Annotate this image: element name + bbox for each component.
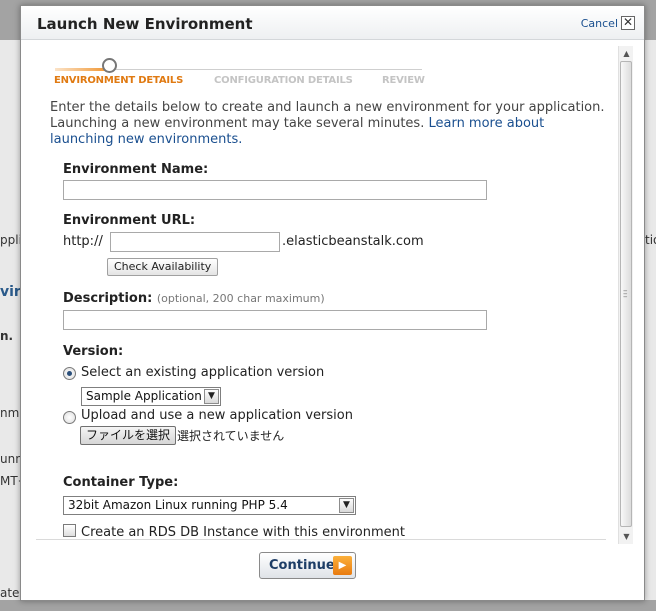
background-text: MT+	[0, 474, 20, 488]
step-review: REVIEW	[382, 75, 425, 86]
launch-environment-dialog: Launch New Environment Cancel ✕ ENVIRONM…	[20, 5, 645, 601]
background-text: nm	[0, 406, 20, 420]
background-text: n.	[0, 329, 14, 343]
background-panel-right	[645, 40, 656, 600]
file-status-text: 選択されていません	[177, 429, 285, 443]
container-type-value: 32bit Amazon Linux running PHP 5.4	[68, 498, 288, 512]
play-arrow-icon: ▶	[333, 556, 352, 575]
cancel-link[interactable]: Cancel	[581, 17, 618, 30]
dialog-scrollbar[interactable]: ▲ – – – ▼	[618, 46, 633, 544]
rds-label: Create an RDS DB Instance with this envi…	[81, 525, 405, 540]
wizard-current-step-marker	[102, 58, 117, 73]
wizard-progress	[55, 68, 105, 71]
scroll-down-arrow-icon[interactable]: ▼	[619, 529, 634, 544]
dialog-titlebar: Launch New Environment Cancel ✕	[21, 6, 644, 40]
scroll-thumb[interactable]: – – –	[620, 61, 632, 527]
application-version-select[interactable]: Sample Application ▼	[81, 387, 221, 406]
application-version-value: Sample Application	[86, 389, 202, 403]
environment-name-label: Environment Name:	[63, 162, 209, 177]
footer-divider	[36, 539, 606, 540]
container-type-select[interactable]: 32bit Amazon Linux running PHP 5.4 ▼	[63, 496, 356, 515]
chevron-down-icon: ▼	[339, 498, 354, 513]
check-availability-button[interactable]: Check Availability	[107, 258, 219, 276]
radio-existing-version[interactable]	[63, 367, 76, 380]
rds-checkbox[interactable]	[63, 524, 76, 537]
chevron-down-icon: ▼	[204, 389, 219, 404]
version-label: Version:	[63, 344, 124, 359]
choose-file-button[interactable]: ファイルを選択	[80, 426, 177, 445]
continue-label: Continue	[269, 558, 335, 573]
background-text: tion	[645, 233, 656, 247]
radio-upload-version[interactable]	[63, 411, 76, 424]
grip-icon: – – –	[623, 286, 628, 302]
close-icon[interactable]: ✕	[621, 16, 635, 30]
url-prefix: http://	[63, 234, 103, 249]
description-label-text: Description:	[63, 291, 153, 306]
step-environment-details: ENVIRONMENT DETAILS	[54, 75, 184, 86]
environment-name-input[interactable]	[63, 180, 487, 200]
step-configuration-details: CONFIGURATION DETAILS	[214, 75, 353, 86]
continue-button[interactable]: Continue ▶	[259, 552, 356, 579]
environment-url-input[interactable]	[110, 232, 280, 252]
existing-version-label: Select an existing application version	[81, 365, 325, 380]
environment-url-label: Environment URL:	[63, 213, 196, 228]
background-text: ppli	[0, 233, 20, 247]
description-hint: (optional, 200 char maximum)	[156, 292, 325, 305]
background-text: unn	[0, 452, 20, 466]
background-panel	[0, 40, 20, 600]
description-input[interactable]	[63, 310, 487, 330]
url-suffix: .elasticbeanstalk.com	[282, 234, 424, 249]
dialog-title: Launch New Environment	[37, 15, 253, 33]
background-text: virc	[0, 284, 20, 300]
upload-version-label: Upload and use a new application version	[81, 408, 353, 423]
background-text: ate	[0, 586, 20, 600]
container-type-label: Container Type:	[63, 475, 179, 490]
scroll-up-arrow-icon[interactable]: ▲	[619, 46, 634, 61]
intro-text: Enter the details below to create and la…	[50, 100, 605, 148]
description-label: Description: (optional, 200 char maximum…	[63, 291, 325, 306]
